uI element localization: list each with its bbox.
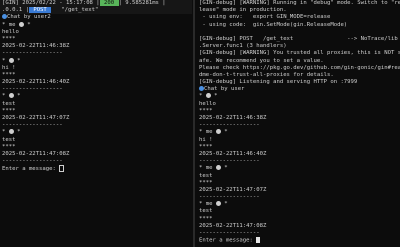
server-log-line: afe. We recommend you to set a value. xyxy=(199,57,324,64)
message-separator: ------------------ xyxy=(2,86,63,93)
message-stars: **** xyxy=(2,107,16,114)
server-log-line xyxy=(197,29,400,36)
message-header: * * xyxy=(0,57,192,65)
message-stars: **** xyxy=(199,143,213,150)
input-prompt[interactable]: Enter a message: xyxy=(197,237,400,244)
message-sender: * me xyxy=(2,21,19,28)
gin-log-line-2: .0.0.1 | POST "/get_text" xyxy=(0,7,192,15)
message-separator: ------------------ xyxy=(2,50,63,57)
message-text: hello xyxy=(199,100,216,107)
message-header-end: * xyxy=(13,129,21,136)
chat-header: Chat by user xyxy=(197,86,400,93)
message-stars: **** xyxy=(2,35,16,42)
message-stars: **** xyxy=(2,143,16,150)
message-timestamp: 2025-02-22T11:46:40Z xyxy=(2,79,70,86)
message-sender: * xyxy=(2,93,9,100)
prompt-label: Enter a message: xyxy=(199,237,257,244)
message-text: hi ! xyxy=(2,64,16,71)
status-code-badge: 200 xyxy=(99,0,119,6)
message-stars: **** xyxy=(2,71,16,78)
chat-header: Chat by user2 xyxy=(0,14,192,21)
log-ip-rest: .0.0.1 | xyxy=(2,7,29,14)
message-sender: * xyxy=(2,57,9,64)
message-timestamp: 2025-02-22T11:46:38Z xyxy=(199,115,267,121)
chat-header-user: user xyxy=(230,86,245,93)
message-timestamp: 2025-02-22T11:47:08Z xyxy=(199,222,267,229)
message-header-end: * xyxy=(220,201,228,208)
log-prefix: [GIN] 2025/02/22 - 15:17:08 | xyxy=(2,0,100,6)
message-header: * * xyxy=(0,93,192,100)
message-timestamp: 2025-02-22T11:46:38Z xyxy=(2,43,70,50)
server-log-line: [GIN-debug] POST /get_text --> NoTrace/l… xyxy=(199,35,398,42)
message-separator: ------------------ xyxy=(199,122,260,129)
gin-log-line: [GIN] 2025/02/22 - 15:17:08 | 200 | 9.58… xyxy=(0,0,192,8)
chat-header-user: user2 xyxy=(33,14,51,21)
input-prompt[interactable]: Enter a message: xyxy=(0,165,192,173)
server-log-line: dme-don-t-trust-all-proxies for details. xyxy=(199,71,334,78)
message-header: * * xyxy=(0,129,192,136)
message-sender: * xyxy=(199,93,206,100)
message-text: test xyxy=(199,172,213,179)
message-separator: ------------------ xyxy=(2,158,63,165)
message-list: * me * hello **** 2025-02-22T11:46:38Z -----… xyxy=(0,21,192,166)
message-header: * me * xyxy=(197,165,400,172)
message-separator: ------------------ xyxy=(2,122,63,129)
text-cursor xyxy=(59,165,65,173)
prompt-label: Enter a message: xyxy=(2,166,60,173)
message-header-end: * xyxy=(220,129,228,136)
message-header-end: * xyxy=(13,57,21,64)
message-header-end: * xyxy=(13,93,21,100)
server-log-line: lease" mode in production. xyxy=(199,7,287,14)
message-sender: * me xyxy=(199,165,216,172)
message-text: test xyxy=(199,208,213,215)
message-separator: ------------------ xyxy=(199,194,260,201)
message-header: * me * xyxy=(197,201,400,208)
message-sender: * me xyxy=(199,201,216,208)
message-timestamp: 2025-02-22T11:47:07Z xyxy=(199,186,267,193)
message-header: * me * xyxy=(197,129,400,136)
message-header-end: * xyxy=(210,93,218,100)
message-stars: **** xyxy=(199,215,213,222)
message-text: test xyxy=(2,100,16,107)
message-sender: * me xyxy=(199,129,216,136)
server-log: [GIN-debug] [WARNING] Running in "debug"… xyxy=(197,0,400,86)
message-header-end: * xyxy=(23,21,31,28)
server-log-line: Please check https://pkg.go.dev/github.c… xyxy=(199,64,400,71)
message-header-end: * xyxy=(220,165,228,172)
right-terminal-pane[interactable]: [GIN-debug] [WARNING] Running in "debug"… xyxy=(197,0,400,247)
message-header: * me * xyxy=(0,21,192,29)
message-header: * * xyxy=(197,93,400,100)
pane-divider[interactable] xyxy=(193,0,195,247)
method-badge: POST xyxy=(28,7,52,14)
chat-header-label: Chat by xyxy=(204,86,231,93)
message-text: hello xyxy=(2,28,19,35)
log-latency: | 9.585281ms | xyxy=(118,0,166,6)
message-separator: ------------------ xyxy=(199,230,260,236)
server-log-line: - using code: gin.SetMode(gin.ReleaseMod… xyxy=(199,21,348,28)
server-log-line: [GIN-debug] [WARNING] You trusted all pr… xyxy=(199,50,400,57)
message-timestamp: 2025-02-22T11:47:07Z xyxy=(2,115,70,121)
message-text: hi ! xyxy=(199,136,213,143)
log-path: "/get_text" xyxy=(61,7,99,14)
left-terminal-pane[interactable]: [GIN] 2025/02/22 - 15:17:08 | 200 | 9.58… xyxy=(0,0,192,247)
message-separator: ------------------ xyxy=(199,158,260,165)
server-log-line: - using env: export GIN_MODE=release xyxy=(199,14,331,21)
chat-header-label: Chat by xyxy=(7,14,34,21)
server-log-line: .Server.func1 (3 handlers) xyxy=(199,43,287,50)
message-timestamp: 2025-02-22T11:47:08Z xyxy=(2,150,70,157)
server-log-line: [GIN-debug] Listening and serving HTTP o… xyxy=(199,79,358,86)
server-log-line: [GIN-debug] [WARNING] Running in "debug"… xyxy=(199,0,400,6)
message-sender: * xyxy=(2,129,9,136)
message-timestamp: 2025-02-22T11:46:40Z xyxy=(199,150,267,157)
message-stars: **** xyxy=(199,107,213,114)
message-text: test xyxy=(2,136,16,143)
message-stars: **** xyxy=(199,179,213,186)
message-list: * * hello **** 2025-02-22T11:46:38Z --------… xyxy=(197,93,400,237)
text-cursor xyxy=(256,237,261,244)
